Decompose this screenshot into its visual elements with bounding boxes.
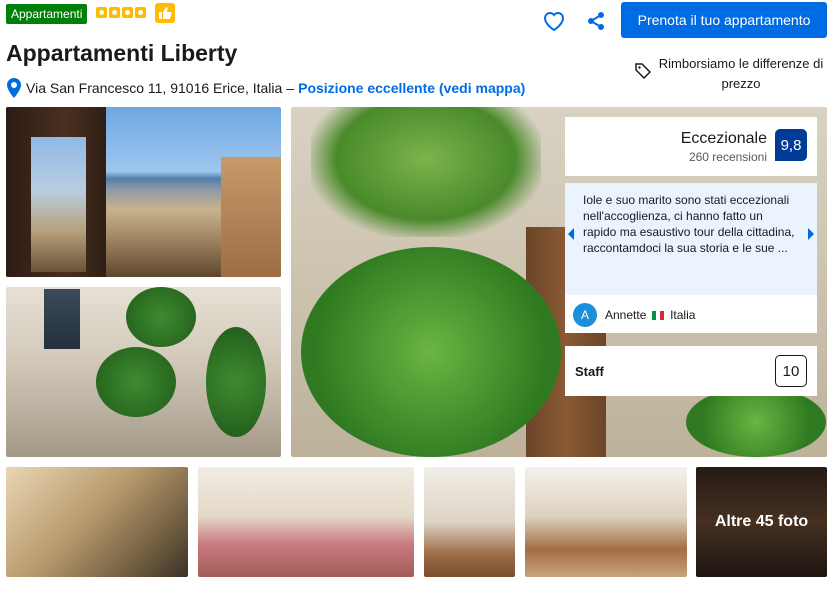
review-card: Iole e suo marito sono stati eccezionali…	[565, 183, 817, 333]
next-arrow-icon[interactable]	[808, 228, 814, 240]
star-rating	[96, 7, 146, 18]
rating-label: Eccezionale	[680, 130, 767, 147]
heart-icon[interactable]	[542, 10, 566, 32]
star-icon	[109, 7, 120, 18]
thumbnail-dining-room[interactable]	[525, 467, 687, 577]
price-match-info[interactable]: Rimborsiamo le differenze di prezzo	[634, 54, 824, 94]
address-text: Via San Francesco 11, 91016 Erice, Itali…	[26, 80, 283, 96]
plant-shape	[301, 247, 561, 457]
thumbs-up-icon[interactable]	[155, 3, 175, 23]
plant-shape	[126, 287, 196, 347]
address-separator: –	[286, 80, 295, 96]
plant-shape	[206, 327, 266, 437]
door-shape	[6, 107, 106, 277]
thumbnail-more-photos[interactable]: Altre 45 foto	[696, 467, 827, 577]
reviewer: A Annette Italia	[573, 303, 695, 327]
reviewer-name: Annette	[605, 308, 647, 322]
page-title: Appartamenti Liberty	[6, 40, 238, 66]
photo-balcony-view[interactable]	[6, 107, 281, 277]
price-tag-icon	[635, 63, 652, 80]
staff-label: Staff	[575, 364, 604, 379]
tree-shape	[311, 107, 541, 237]
book-button[interactable]: Prenota il tuo appartamento	[621, 2, 827, 38]
staff-rating-card: Staff 10	[565, 346, 817, 396]
map-pin-icon	[7, 78, 21, 98]
share-icon[interactable]	[586, 11, 606, 31]
avatar: A	[573, 303, 597, 327]
review-quote: Iole e suo marito sono stati eccezionali…	[565, 183, 817, 295]
door-shape	[44, 289, 80, 349]
more-photos-label: Altre 45 foto	[696, 467, 827, 577]
thumbnail-kitchen[interactable]	[6, 467, 188, 577]
star-icon	[96, 7, 107, 18]
thumbnail-living-room[interactable]	[424, 467, 515, 577]
star-icon	[135, 7, 146, 18]
thumbnail-bedroom[interactable]	[198, 467, 414, 577]
italy-flag-icon	[651, 311, 664, 320]
plant-shape	[686, 387, 826, 457]
reviewer-country: Italia	[670, 308, 696, 322]
town-shape	[221, 157, 281, 277]
rating-card[interactable]: Eccezionale 260 recensioni 9,8	[565, 117, 817, 176]
property-type-badge: Appartamenti	[6, 4, 88, 24]
review-count: 260 recensioni	[688, 150, 767, 164]
review-text: Iole e suo marito sono stati eccezionali…	[583, 193, 795, 255]
refund-text: Rimborsiamo le differenze di prezzo	[658, 56, 824, 91]
plant-shape	[96, 347, 176, 417]
previous-arrow-icon[interactable]	[568, 228, 574, 240]
map-link[interactable]: Posizione eccellente (vedi mappa)	[298, 80, 525, 96]
address-row: Via San Francesco 11, 91016 Erice, Itali…	[6, 78, 525, 98]
photo-courtyard[interactable]	[6, 287, 281, 457]
star-icon	[122, 7, 133, 18]
staff-score: 10	[775, 355, 807, 387]
rating-score: 9,8	[775, 129, 807, 161]
